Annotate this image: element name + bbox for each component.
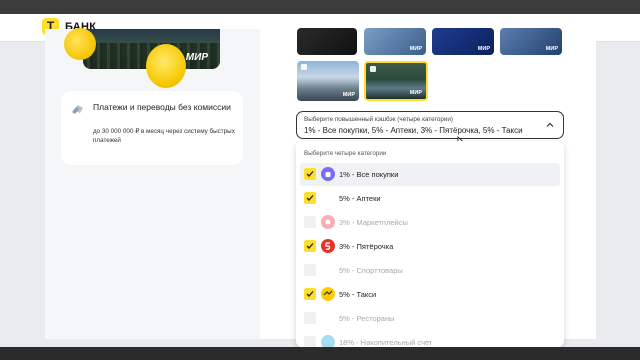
card-brand-label: МИР: [342, 92, 355, 98]
checkbox-checked[interactable]: [304, 168, 316, 180]
marketplace-icon: [321, 215, 335, 229]
shopping-bag-icon: [321, 167, 335, 181]
dropdown-option-label: 1% - Все покупки: [339, 170, 399, 179]
card-design-option[interactable]: МИР: [364, 28, 426, 55]
dropdown-option[interactable]: 5% - Такси: [296, 283, 564, 306]
cashback-select-label: Выберите повышенный кэшбэк (четыре катег…: [304, 116, 453, 123]
dropdown-option-label: 5% - Рестораны: [339, 314, 395, 323]
bank-mini-logo-icon: [370, 66, 376, 72]
dropdown-option[interactable]: 3% - Пятёрочка: [296, 235, 564, 258]
taxi-icon: [321, 287, 335, 301]
cashback-dropdown: Выберите четыре категории 1% - Все покуп…: [296, 141, 564, 347]
card-brand-label: МИР: [409, 90, 422, 96]
window-bottom-bar: [0, 347, 640, 360]
cashback-select-value: 1% - Все покупки, 5% - Аптеки, 3% - Пятё…: [304, 126, 523, 135]
checkbox-checked[interactable]: [304, 192, 316, 204]
mir-logo: МИР: [185, 52, 208, 63]
transfer-icon: [72, 105, 83, 114]
dropdown-option-label: 5% - Такси: [339, 290, 377, 299]
dropdown-option[interactable]: 1% - Все покупки: [300, 163, 560, 186]
dropdown-option-label: 5% - Спорттовары: [339, 266, 403, 275]
dropdown-option-label: 5% - Аптеки: [339, 194, 381, 203]
window-top-bar: [0, 0, 640, 14]
savings-icon: [321, 335, 335, 347]
chevron-up-icon: [546, 122, 554, 127]
card-brand-label: МИР: [545, 46, 558, 52]
card-design-option[interactable]: МИР: [297, 61, 359, 101]
dropdown-option-label: 3% - Маркетплейсы: [339, 218, 408, 227]
checkbox-unchecked: [304, 264, 316, 276]
card-design-option[interactable]: МИР: [500, 28, 562, 55]
card-brand-label: МИР: [477, 46, 490, 52]
bank-mini-logo-icon: [301, 64, 307, 70]
checkbox-unchecked: [304, 312, 316, 324]
checkmark-icon: [306, 243, 314, 249]
gold-coin-icon: [146, 44, 186, 88]
dropdown-option-label: 3% - Пятёрочка: [339, 242, 394, 251]
dropdown-header: Выберите четыре категории: [304, 150, 387, 157]
dropdown-option-label: 18% - Накопительный счет: [339, 338, 433, 347]
card-design-option-selected[interactable]: МИР: [364, 61, 428, 101]
info-box-title: Платежи и переводы без комиссии: [93, 102, 231, 112]
checkbox-checked[interactable]: [304, 288, 316, 300]
info-box-subtitle: до 30 000 000 ₽ в месяц через систему бы…: [93, 128, 235, 144]
dropdown-option[interactable]: 5% - Аптеки: [296, 187, 564, 210]
checkbox-unchecked: [304, 216, 316, 228]
gold-coin-icon: [64, 28, 96, 60]
checkmark-icon: [306, 291, 314, 297]
pyaterochka-icon: [321, 239, 335, 253]
dropdown-option-disabled: 3% - Маркетплейсы: [296, 211, 564, 234]
card-design-option[interactable]: [297, 28, 357, 55]
card-brand-label: МИР: [409, 46, 422, 52]
checkmark-icon: [306, 195, 314, 201]
dropdown-option-disabled: 18% - Накопительный счет: [296, 331, 564, 347]
card-design-option[interactable]: МИР: [432, 28, 494, 55]
dropdown-option-disabled: 5% - Рестораны: [296, 307, 564, 330]
checkbox-unchecked: [304, 336, 316, 347]
info-box-sbp: Платежи и переводы без комиссии до 30 00…: [61, 91, 243, 165]
cashback-select[interactable]: Выберите повышенный кэшбэк (четыре катег…: [296, 111, 564, 139]
checkmark-icon: [306, 171, 314, 177]
dropdown-option-disabled: 5% - Спорттовары: [296, 259, 564, 282]
checkbox-checked[interactable]: [304, 240, 316, 252]
